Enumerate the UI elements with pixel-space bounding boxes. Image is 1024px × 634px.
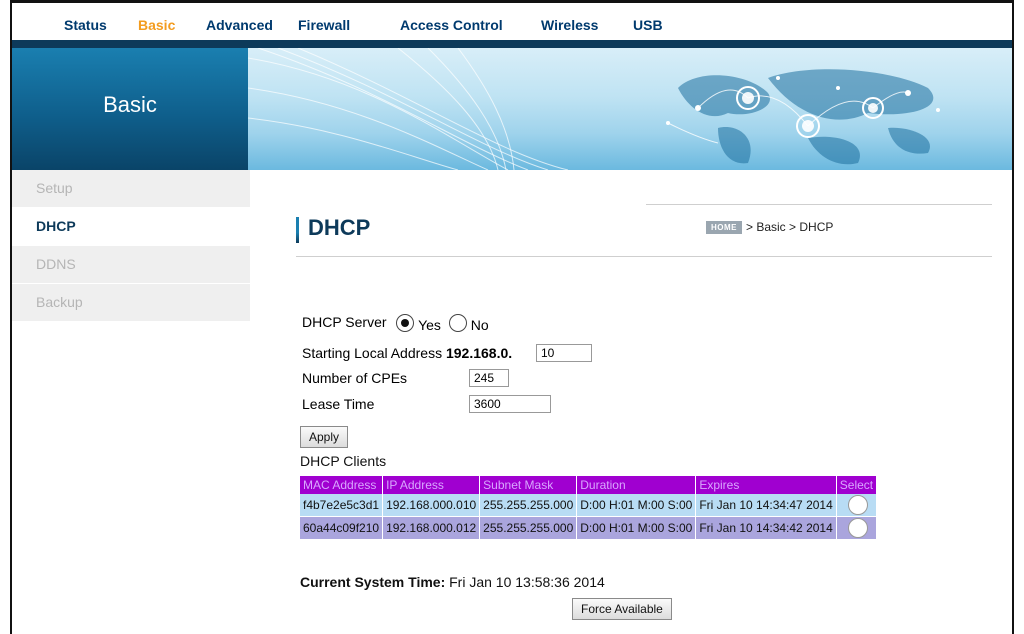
nav-advanced[interactable]: Advanced <box>206 17 273 33</box>
dhcp-server-yes-label: Yes <box>418 317 441 333</box>
nav-access-control[interactable]: Access Control <box>400 17 503 33</box>
sidebar: Setup DHCP DDNS Backup <box>12 170 250 322</box>
breadcrumb: HOME > Basic > DHCP <box>706 220 834 235</box>
dhcp-server-row: DHCP Server Yes No <box>302 314 489 333</box>
nav-status[interactable]: Status <box>64 17 107 33</box>
select-radio[interactable] <box>847 518 868 538</box>
cell-duration: D:00 H:01 M:00 S:00 <box>576 516 697 540</box>
dhcp-server-no-label: No <box>470 317 489 333</box>
cell-ip: 192.168.000.012 <box>382 516 481 540</box>
world-map-graphic <box>248 48 940 170</box>
cell-duration: D:00 H:01 M:00 S:00 <box>576 494 697 517</box>
cell-mac: f4b7e2e5c3d1 <box>300 494 384 517</box>
nav-usb[interactable]: USB <box>633 17 663 33</box>
cell-subnet: 255.255.255.000 <box>479 516 578 540</box>
page-title: DHCP <box>308 215 371 240</box>
cell-expires: Fri Jan 10 14:34:42 2014 <box>695 516 837 540</box>
divider-top <box>646 204 992 205</box>
force-available-button[interactable]: Force Available <box>572 598 672 620</box>
frame-border-right <box>1012 0 1014 634</box>
num-cpes-label: Number of CPEs <box>302 370 408 386</box>
table-row: 60a44c09f210 192.168.000.012 255.255.255… <box>300 516 878 540</box>
dhcp-clients-table: MAC Address IP Address Subnet Mask Durat… <box>300 476 878 540</box>
column-header-mac: MAC Address <box>300 476 384 494</box>
banner-title: Basic <box>103 92 157 117</box>
sidebar-item-ddns[interactable]: DDNS <box>12 246 250 283</box>
nav-underline-bar <box>12 40 1012 48</box>
system-time-label: Current System Time: <box>300 574 446 590</box>
nav-wireless[interactable]: Wireless <box>541 17 598 33</box>
start-address-row: Starting Local Address 192.168.0. <box>302 345 512 361</box>
column-header-select: Select <box>836 476 878 494</box>
select-radio[interactable] <box>847 495 868 515</box>
start-address-label: Starting Local Address <box>302 345 443 361</box>
divider-bottom <box>296 256 992 257</box>
sidebar-item-setup[interactable]: Setup <box>12 170 250 207</box>
cell-ip: 192.168.000.010 <box>382 494 481 517</box>
sidebar-item-backup[interactable]: Backup <box>12 284 250 321</box>
lease-time-input[interactable] <box>469 395 551 413</box>
home-icon[interactable]: HOME <box>706 221 742 235</box>
column-header-ip: IP Address <box>382 476 481 494</box>
system-time-value: Fri Jan 10 13:58:36 2014 <box>449 574 605 590</box>
cell-mac: 60a44c09f210 <box>300 516 384 540</box>
system-time: Current System Time: Fri Jan 10 13:58:36… <box>300 574 605 590</box>
dhcp-clients-label: DHCP Clients <box>300 453 387 469</box>
apply-button[interactable]: Apply <box>300 426 349 448</box>
banner-section-panel: Basic <box>12 48 248 170</box>
column-header-duration: Duration <box>576 476 697 494</box>
dhcp-server-label: DHCP Server <box>302 314 387 330</box>
dhcp-server-no-radio[interactable] <box>448 314 467 333</box>
nav-firewall[interactable]: Firewall <box>298 17 350 33</box>
table-row: f4b7e2e5c3d1 192.168.000.010 255.255.255… <box>300 494 878 517</box>
cell-select <box>836 494 878 517</box>
table-header-row: MAC Address IP Address Subnet Mask Durat… <box>300 476 878 494</box>
start-address-prefix: 192.168.0. <box>445 345 513 361</box>
nav-basic[interactable]: Basic <box>138 17 175 33</box>
cell-expires: Fri Jan 10 14:34:47 2014 <box>695 494 837 517</box>
num-cpes-input[interactable] <box>469 369 509 387</box>
header-banner: Basic <box>12 48 1012 170</box>
breadcrumb-path: > Basic > DHCP <box>746 220 834 234</box>
column-header-subnet: Subnet Mask <box>479 476 578 494</box>
dhcp-server-yes-radio[interactable] <box>396 314 415 333</box>
cell-select <box>836 516 878 540</box>
lease-time-label: Lease Time <box>302 396 375 412</box>
cell-subnet: 255.255.255.000 <box>479 494 578 517</box>
title-accent-bar <box>296 217 299 243</box>
sidebar-item-dhcp[interactable]: DHCP <box>12 208 250 245</box>
start-address-input[interactable] <box>536 344 592 362</box>
column-header-expires: Expires <box>695 476 837 494</box>
